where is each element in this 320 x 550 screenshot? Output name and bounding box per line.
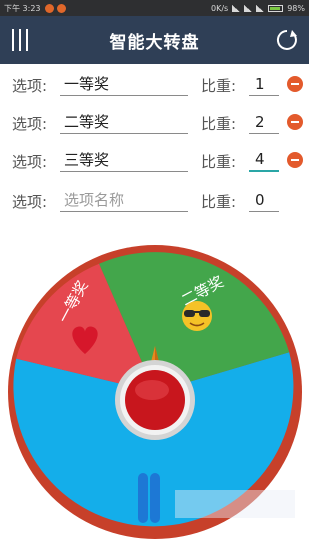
app-bar: 智能大转盘 <box>0 16 309 64</box>
weight-label: 比重: <box>201 193 237 211</box>
wifi-icon <box>232 4 241 12</box>
option-name-input[interactable] <box>60 188 188 212</box>
app-notification-icon <box>44 3 54 13</box>
option-label: 选项: <box>12 77 48 95</box>
weight-label: 比重: <box>201 115 237 133</box>
weight-label: 比重: <box>201 153 237 171</box>
weight-input[interactable] <box>249 72 279 96</box>
weight-input[interactable] <box>249 188 279 212</box>
battery-level: 98% <box>287 3 305 13</box>
option-label: 选项: <box>12 193 48 211</box>
weight-label: 比重: <box>201 77 237 95</box>
battery-icon <box>268 4 284 12</box>
remove-option-icon[interactable] <box>287 114 303 130</box>
app-notification-icon <box>56 3 66 13</box>
signal-icon <box>256 4 265 12</box>
weight-input[interactable] <box>249 110 279 134</box>
option-label: 选项: <box>12 153 48 171</box>
spin-button[interactable] <box>115 360 195 440</box>
watermark-logo <box>138 473 295 523</box>
option-row-new: 选项: 比重: <box>0 186 309 216</box>
option-name-input[interactable] <box>60 72 188 96</box>
page-title: 智能大转盘 <box>109 32 200 53</box>
status-bar: 下午 3:23 0K/s 98% <box>0 0 309 16</box>
network-speed: 0K/s <box>211 3 229 13</box>
option-label: 选项: <box>12 115 48 133</box>
refresh-icon[interactable] <box>275 28 299 52</box>
option-row: 选项: 比重: <box>0 108 309 138</box>
option-name-input[interactable] <box>60 110 188 134</box>
status-time: 下午 3:23 <box>4 3 41 13</box>
signal-icon <box>244 4 253 12</box>
option-name-input[interactable] <box>60 148 188 172</box>
prize-wheel: 一等奖 二等奖 <box>0 236 309 550</box>
sunglasses-emoji-icon <box>182 301 212 331</box>
menu-icon[interactable] <box>12 29 28 51</box>
option-row: 选项: 比重: <box>0 70 309 100</box>
remove-option-icon[interactable] <box>287 152 303 168</box>
weight-input[interactable] <box>249 148 279 172</box>
remove-option-icon[interactable] <box>287 76 303 92</box>
option-row: 选项: 比重: <box>0 146 309 176</box>
